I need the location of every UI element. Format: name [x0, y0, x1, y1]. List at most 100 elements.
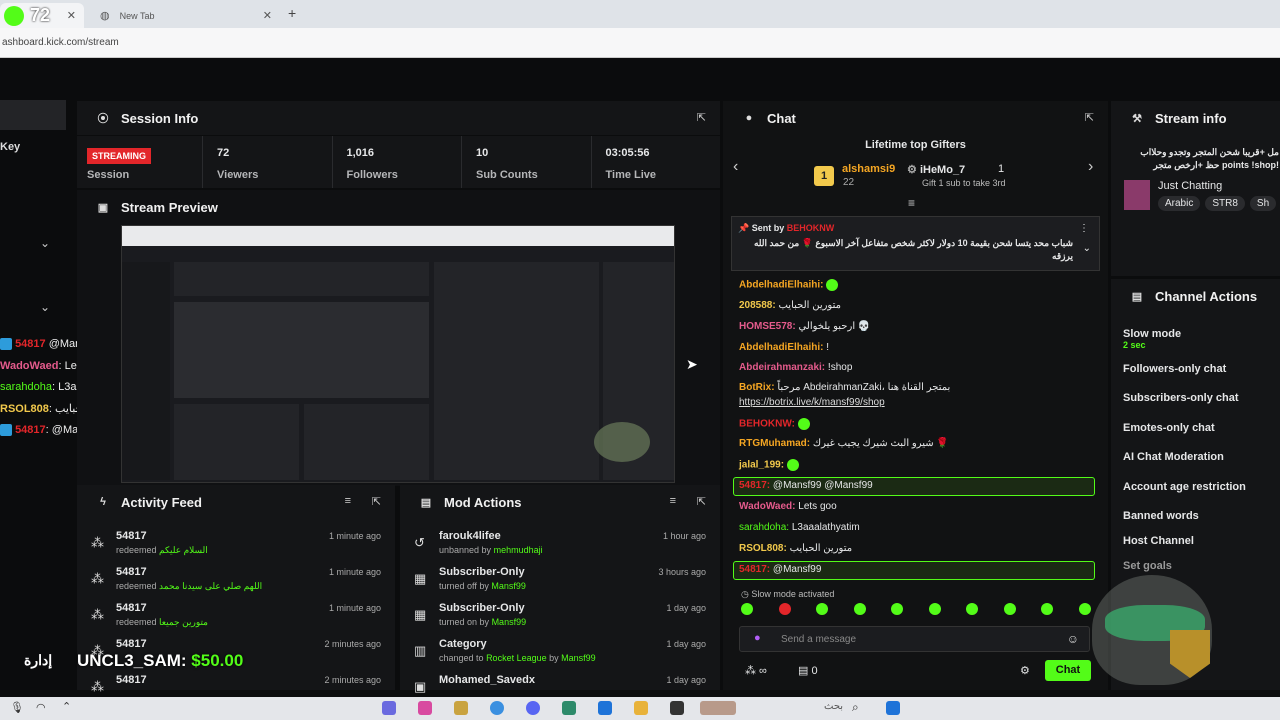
- chevron-down-icon[interactable]: ⌄: [40, 236, 50, 250]
- chat-panel: ● Chat ⇱: [723, 101, 1108, 690]
- host-channel-button[interactable]: Host Channel: [1123, 535, 1194, 547]
- mod-item: ↺ farouk4lifee unbanned by mehmudhaji 1 hou…: [414, 530, 706, 555]
- chevron-up-icon[interactable]: ⌃: [62, 700, 71, 713]
- tab-current[interactable]: 72 ✕: [0, 3, 84, 28]
- menu-icon[interactable]: ⋮: [1079, 223, 1089, 234]
- feed-item: ⁂ 54817 redeemed السلام عليكم 1 minute ago: [91, 530, 381, 555]
- settings-icon[interactable]: ⚙: [1020, 664, 1030, 677]
- slow-mode-value: 2 sec: [1123, 340, 1146, 350]
- filter-icon[interactable]: ≡: [345, 495, 351, 507]
- chat-message: 54817: @Mansf99: [739, 564, 822, 575]
- popout-icon[interactable]: ⇱: [372, 495, 381, 508]
- stream-description: مل +قريبا شحن المتجر وتجدو وحلااب !point…: [1140, 147, 1279, 170]
- windows-start-icon[interactable]: [886, 701, 900, 715]
- close-tab-icon[interactable]: ✕: [263, 9, 272, 22]
- gifter-count: 1: [998, 163, 1005, 175]
- chevron-down-icon[interactable]: ⌄: [40, 300, 50, 314]
- chevron-down-icon[interactable]: ⌄: [1083, 243, 1091, 254]
- address-bar[interactable]: ashboard.kick.com/stream: [0, 28, 1280, 58]
- viewers-label: Viewers: [217, 169, 259, 181]
- store-icon: [598, 701, 612, 715]
- panel-title: Session Info: [121, 110, 199, 126]
- viewers-icon[interactable]: ⁂ ∞: [745, 664, 767, 677]
- tab-new[interactable]: ◍ New Tab ✕: [90, 3, 280, 28]
- gifters-title: Lifetime top Gifters: [865, 139, 966, 151]
- gift-icon: ▦: [414, 571, 427, 586]
- stream-preview-video[interactable]: [121, 225, 675, 483]
- popout-icon[interactable]: ⇱: [697, 495, 706, 508]
- rank-badge: 1: [814, 166, 834, 186]
- set-goals-button[interactable]: Set goals: [1123, 560, 1172, 572]
- gift-icon: ▦: [414, 607, 427, 622]
- tab-badge: 72: [30, 5, 51, 25]
- new-tab-icon[interactable]: +: [288, 5, 296, 21]
- emotes-only-toggle[interactable]: Emotes-only chat: [1123, 422, 1215, 434]
- mod-item: ▦ Subscriber-Only turned on by Mansf99 1 da…: [414, 602, 706, 627]
- slow-mode-toggle[interactable]: Slow mode: [1123, 328, 1181, 340]
- chat-bubble-icon: ●: [745, 112, 753, 124]
- subscribers-only-toggle[interactable]: Subscribers-only chat: [1123, 392, 1239, 404]
- mouse-cursor-icon: ➤: [686, 356, 698, 372]
- category-name[interactable]: Just Chatting: [1158, 180, 1222, 192]
- followers-value: 1,016: [346, 147, 375, 159]
- pin-icon: 📌: [738, 223, 750, 233]
- popout-icon[interactable]: ⇱: [1085, 111, 1094, 124]
- chat-message: AbdelhadiElhaihi: !: [739, 342, 830, 353]
- os-taskbar: 🎙 ◠ ⌃ بحث ⌕: [0, 697, 1280, 720]
- chat-link[interactable]: https://botrix.live/k/mansf99/shop: [739, 397, 885, 408]
- url-text[interactable]: ashboard.kick.com/stream: [2, 37, 119, 48]
- chat-input[interactable]: ● Send a message ☺: [739, 626, 1090, 652]
- mic-icon[interactable]: 🎙: [10, 701, 24, 714]
- chat-message: BotRix: مرحباً AbdeirahmanZaki، بمتجر ال…: [739, 382, 951, 393]
- browser-tab-bar: 72 ✕ ◍ New Tab ✕ +: [0, 0, 1280, 28]
- session-stats: STREAMING Session 72 Viewers 1,016 Follower…: [77, 136, 720, 188]
- session-label: Session: [87, 169, 130, 181]
- category-icon: ▥: [414, 643, 427, 658]
- chevron-left-icon[interactable]: ‹: [733, 158, 738, 176]
- popout-icon[interactable]: ⇱: [697, 111, 706, 124]
- stream-info-panel: ⚒ Stream info مل +قريبا شحن المتجر وتجدو …: [1111, 101, 1280, 276]
- donation-overlay: UNCL3_SAM: $50.00: [77, 651, 244, 670]
- followers-only-toggle[interactable]: Followers-only chat: [1123, 363, 1226, 375]
- chat-message: HOMSE578: ارحبو يلخوالي 💀: [739, 321, 871, 332]
- ai-moderation-toggle[interactable]: AI Chat Moderation: [1123, 451, 1224, 463]
- points-counter[interactable]: ▤ 0: [798, 664, 818, 677]
- close-tab-icon[interactable]: ✕: [67, 9, 76, 22]
- emote-bar[interactable]: [741, 603, 1091, 619]
- filter-icon[interactable]: ≡: [670, 495, 676, 507]
- search-icon[interactable]: ⌕: [852, 700, 859, 715]
- chat-message: Abdeirahmanzaki: !shop: [739, 362, 853, 373]
- collapse-icon[interactable]: ≡: [908, 196, 915, 210]
- live-badge: STREAMING: [87, 148, 151, 164]
- chat-message: WadoWaed: Lets goo: [739, 501, 837, 512]
- gifter-name: alshamsi9: [842, 163, 896, 175]
- widget-icon: [700, 701, 736, 715]
- sidebar-selected[interactable]: [0, 100, 66, 130]
- redeem-icon: ⁂: [91, 571, 104, 586]
- subs-value: 10: [476, 147, 489, 159]
- mod-item: ▦ Subscriber-Only turned off by Mansf99 3 h…: [414, 566, 706, 591]
- account-age-toggle[interactable]: Account age restriction: [1123, 481, 1246, 493]
- wifi-icon[interactable]: ◠: [36, 701, 46, 714]
- gifter-note: Gift 1 sub to take 3rd: [922, 178, 1006, 188]
- chat-message: BEHOKNW:: [739, 418, 810, 430]
- time-live-label: Time Live: [605, 169, 657, 181]
- send-chat-button[interactable]: Chat: [1045, 660, 1091, 681]
- taskbar-search[interactable]: بحث: [824, 701, 843, 712]
- viewers-value: 72: [217, 147, 230, 159]
- session-info-panel: ⦿ Session Info ⇱: [77, 101, 720, 135]
- panel-title: Chat: [767, 110, 796, 126]
- feed-item: ⁂ 54817 redeemed متورين جميعا 1 minute ago: [91, 602, 381, 627]
- folder-icon: [634, 701, 648, 715]
- panel-title: Channel Actions: [1155, 288, 1258, 304]
- chat-message: 208588: متورين الحبايب: [739, 300, 841, 311]
- stream-tags: Arabic STR8 Sh: [1158, 196, 1277, 211]
- chevron-right-icon[interactable]: ›: [1088, 158, 1093, 176]
- bolt-icon: ϟ: [100, 496, 106, 508]
- kick-favicon-icon: [4, 5, 24, 26]
- feed-item: ⁂ 54817 redeemed اللهم صلي على سيدنا محمد 1…: [91, 566, 381, 591]
- banned-words-button[interactable]: Banned words: [1123, 510, 1199, 522]
- app-icon: [670, 701, 684, 715]
- emoji-icon[interactable]: ☺: [1067, 632, 1079, 646]
- list-icon: ▤: [1131, 290, 1143, 303]
